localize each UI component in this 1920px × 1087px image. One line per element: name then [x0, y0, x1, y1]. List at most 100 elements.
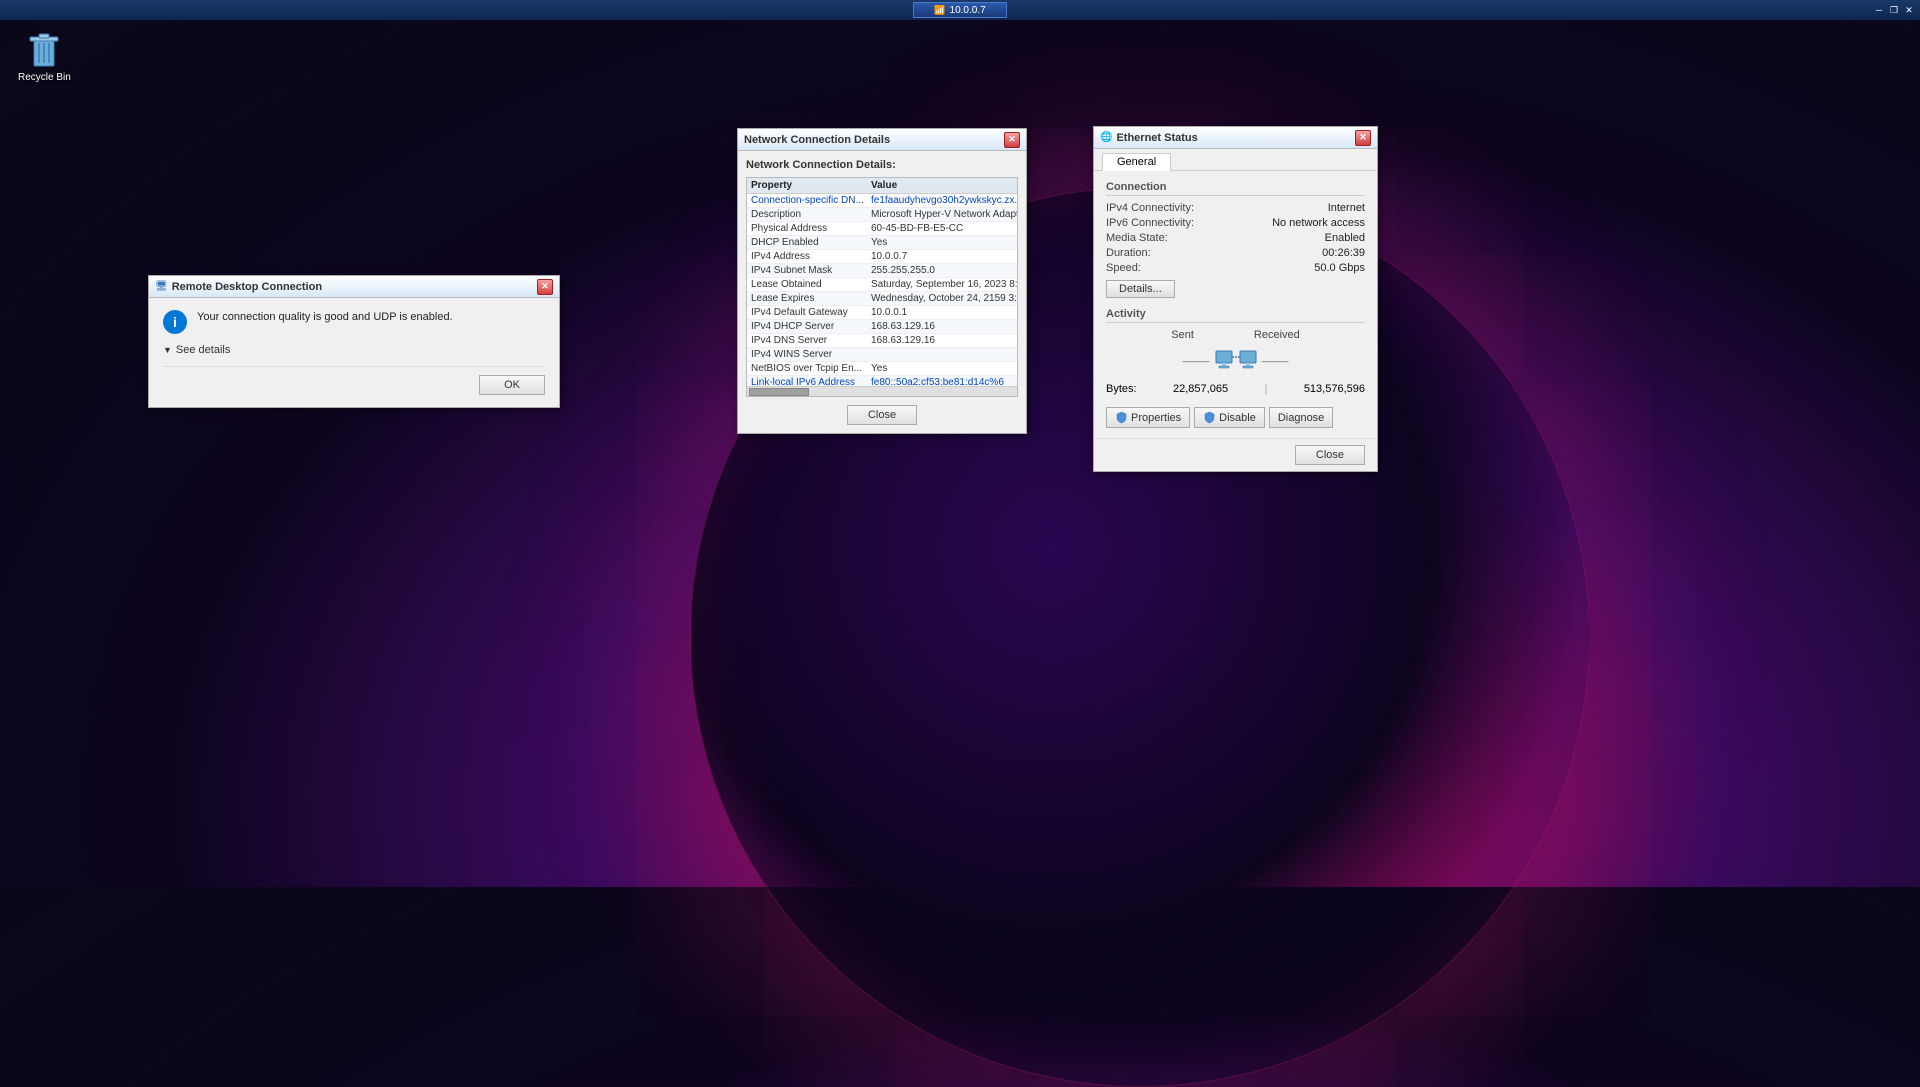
table-row: IPv4 Default Gateway10.0.0.1 — [747, 306, 1018, 320]
eth-ipv4-value: Internet — [1328, 202, 1365, 214]
table-row: Lease ObtainedSaturday, September 16, 20… — [747, 278, 1018, 292]
net-details-section-label: Network Connection Details: — [746, 159, 1018, 171]
net-details-close-btn[interactable]: ✕ — [1004, 132, 1020, 148]
chevron-down-icon: ▼ — [163, 345, 172, 355]
eth-status-title: Ethernet Status — [1116, 132, 1351, 144]
eth-duration-value: 00:26:39 — [1322, 247, 1365, 259]
scroll-thumb — [749, 388, 809, 396]
table-row: IPv4 WINS Server — [747, 348, 1018, 362]
eth-media-row: Media State: Enabled — [1106, 232, 1365, 244]
rdc-title: Remote Desktop Connection — [172, 281, 533, 293]
eth-ipv4-row: IPv4 Connectivity: Internet — [1106, 202, 1365, 214]
rdc-see-details[interactable]: ▼ See details — [163, 344, 545, 356]
net-details-table-container: Property Value Connection-specific DN...… — [746, 177, 1018, 397]
rdc-see-details-label: See details — [176, 344, 230, 356]
eth-content: Connection IPv4 Connectivity: Internet I… — [1094, 171, 1377, 438]
eth-bytes-row: Bytes: 22,857,065 | 513,576,596 — [1106, 383, 1365, 395]
property-cell: Description — [747, 208, 867, 222]
property-cell: IPv4 WINS Server — [747, 348, 867, 362]
value-cell: 10.0.0.7 — [867, 250, 1018, 264]
eth-sent-arrow: ——— — [1183, 356, 1210, 366]
eth-tab-bar: General — [1094, 149, 1377, 171]
eth-speed-label: Speed: — [1106, 262, 1141, 274]
eth-received-arrow: ——— — [1262, 356, 1289, 366]
eth-ipv6-label: IPv6 Connectivity: — [1106, 217, 1194, 229]
eth-disable-label: Disable — [1219, 412, 1256, 424]
net-details-content: Network Connection Details: Property Val… — [738, 151, 1026, 433]
taskbar-window-title: 10.0.0.7 — [950, 5, 986, 16]
taskbar-window-button[interactable]: 📶 10.0.0.7 — [913, 2, 1006, 18]
recycle-bin-icon — [26, 30, 62, 70]
table-row: DescriptionMicrosoft Hyper-V Network Ada… — [747, 208, 1018, 222]
net-details-close-btn-footer[interactable]: Close — [847, 405, 917, 425]
property-cell: Physical Address — [747, 222, 867, 236]
property-cell: IPv4 DNS Server — [747, 334, 867, 348]
eth-sent-label: Sent — [1171, 329, 1194, 341]
rdc-info-icon: i — [163, 310, 187, 334]
eth-status-close-btn[interactable]: ✕ — [1355, 130, 1371, 146]
recycle-bin-label: Recycle Bin — [18, 72, 71, 83]
property-cell: IPv4 Default Gateway — [747, 306, 867, 320]
rdc-message-row: i Your connection quality is good and UD… — [163, 310, 545, 334]
value-cell: 60-45-BD-FB-E5-CC — [867, 222, 1018, 236]
eth-bytes-divider: | — [1265, 383, 1268, 395]
property-cell: DHCP Enabled — [747, 236, 867, 250]
taskbar-restore-btn[interactable]: ❐ — [1887, 3, 1901, 17]
eth-footer-close-btn[interactable]: Close — [1295, 445, 1365, 465]
eth-media-value: Enabled — [1325, 232, 1365, 244]
taskbar: 📶 10.0.0.7 ─ ❐ ✕ — [0, 0, 1920, 20]
eth-details-btn[interactable]: Details... — [1106, 280, 1175, 298]
value-cell: 168.63.129.16 — [867, 320, 1018, 334]
eth-received-label: Received — [1254, 329, 1300, 341]
net-details-scrollbar[interactable] — [747, 386, 1017, 396]
eth-footer: Close — [1094, 438, 1377, 471]
property-cell: IPv4 DHCP Server — [747, 320, 867, 334]
taskbar-signal-icon: 📶 — [934, 5, 945, 16]
taskbar-minimize-btn[interactable]: ─ — [1872, 3, 1886, 17]
col-value: Value — [867, 178, 1018, 194]
value-cell: Yes — [867, 362, 1018, 376]
table-row: IPv4 DHCP Server168.63.129.16 — [747, 320, 1018, 334]
taskbar-controls: ─ ❐ ✕ — [1872, 3, 1916, 17]
eth-activity-labels: Sent Received — [1106, 329, 1365, 341]
rdc-content: i Your connection quality is good and UD… — [149, 298, 559, 407]
property-cell: Lease Expires — [747, 292, 867, 306]
eth-bytes-label: Bytes: — [1106, 383, 1137, 395]
rdc-title-icon: 🖥 — [155, 281, 168, 292]
eth-status-dialog: 🌐 Ethernet Status ✕ General Connection I… — [1093, 126, 1378, 472]
eth-ipv6-row: IPv6 Connectivity: No network access — [1106, 217, 1365, 229]
rdc-message: Your connection quality is good and UDP … — [197, 310, 545, 325]
rdc-ok-btn[interactable]: OK — [479, 375, 545, 395]
table-row: NetBIOS over Tcpip En...Yes — [747, 362, 1018, 376]
eth-media-label: Media State: — [1106, 232, 1168, 244]
eth-tab-general[interactable]: General — [1102, 153, 1171, 171]
eth-network-icon — [1214, 343, 1258, 379]
value-cell: 168.63.129.16 — [867, 334, 1018, 348]
rdc-dialog: 🖥 Remote Desktop Connection ✕ i Your con… — [148, 275, 560, 408]
rdc-close-btn[interactable]: ✕ — [537, 279, 553, 295]
eth-title-icon: 🌐 — [1100, 132, 1112, 143]
eth-ipv4-label: IPv4 Connectivity: — [1106, 202, 1194, 214]
eth-bytes-received: 513,576,596 — [1304, 383, 1365, 395]
eth-disable-btn[interactable]: Disable — [1194, 407, 1265, 428]
taskbar-close-btn[interactable]: ✕ — [1902, 3, 1916, 17]
table-row: IPv4 Subnet Mask255.255.255.0 — [747, 264, 1018, 278]
net-details-dialog: Network Connection Details ✕ Network Con… — [737, 128, 1027, 434]
property-cell: NetBIOS over Tcpip En... — [747, 362, 867, 376]
property-cell: IPv4 Address — [747, 250, 867, 264]
net-details-footer: Close — [746, 405, 1018, 425]
net-details-table: Property Value Connection-specific DN...… — [747, 178, 1018, 397]
eth-activity-section: Activity — [1106, 308, 1365, 323]
eth-status-titlebar: 🌐 Ethernet Status ✕ — [1094, 127, 1377, 149]
eth-properties-btn[interactable]: Properties — [1106, 407, 1190, 428]
table-row: Lease ExpiresWednesday, October 24, 2159… — [747, 292, 1018, 306]
eth-diagnose-btn[interactable]: Diagnose — [1269, 407, 1333, 428]
net-details-titlebar: Network Connection Details ✕ — [738, 129, 1026, 151]
recycle-bin[interactable]: Recycle Bin — [18, 30, 71, 83]
value-cell: fe1faaudyhevgo30h2ywkskyc.zx.internal — [867, 194, 1018, 208]
eth-speed-value: 50.0 Gbps — [1314, 262, 1365, 274]
shield-properties-icon — [1115, 411, 1128, 424]
property-cell: Connection-specific DN... — [747, 194, 867, 208]
value-cell: Microsoft Hyper-V Network Adapter — [867, 208, 1018, 222]
eth-duration-label: Duration: — [1106, 247, 1151, 259]
